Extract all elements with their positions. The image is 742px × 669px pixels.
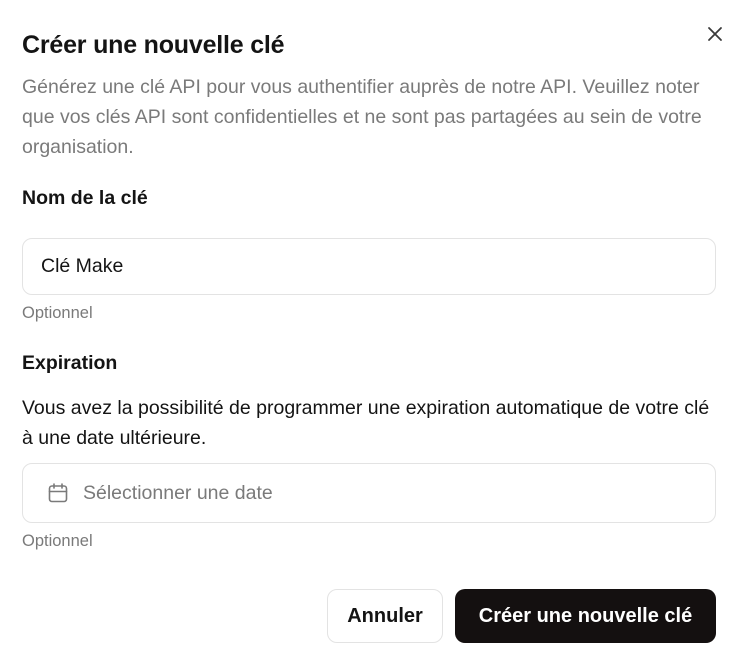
close-button[interactable] <box>703 22 727 46</box>
dialog-title: Créer une nouvelle clé <box>22 31 285 59</box>
cancel-button[interactable]: Annuler <box>327 589 443 643</box>
dialog-description: Générez une clé API pour vous authentifi… <box>22 76 702 158</box>
expiration-date-picker[interactable]: Sélectionner une date <box>22 463 716 523</box>
create-key-dialog: Créer une nouvelle clé Générez une clé A… <box>0 0 742 669</box>
expiration-label: Expiration <box>22 352 118 374</box>
calendar-icon <box>48 483 68 503</box>
create-key-button[interactable]: Créer une nouvelle clé <box>455 589 716 643</box>
key-name-hint: Optionnel <box>22 304 93 322</box>
expiration-placeholder: Sélectionner une date <box>83 481 273 504</box>
key-name-input[interactable]: Clé Make <box>22 238 716 295</box>
close-icon <box>708 27 722 41</box>
key-name-value: Clé Make <box>41 255 124 277</box>
expiration-hint: Optionnel <box>22 532 93 550</box>
expiration-description: Vous avez la possibilité de programmer u… <box>22 397 710 449</box>
key-name-label: Nom de la clé <box>22 187 148 209</box>
